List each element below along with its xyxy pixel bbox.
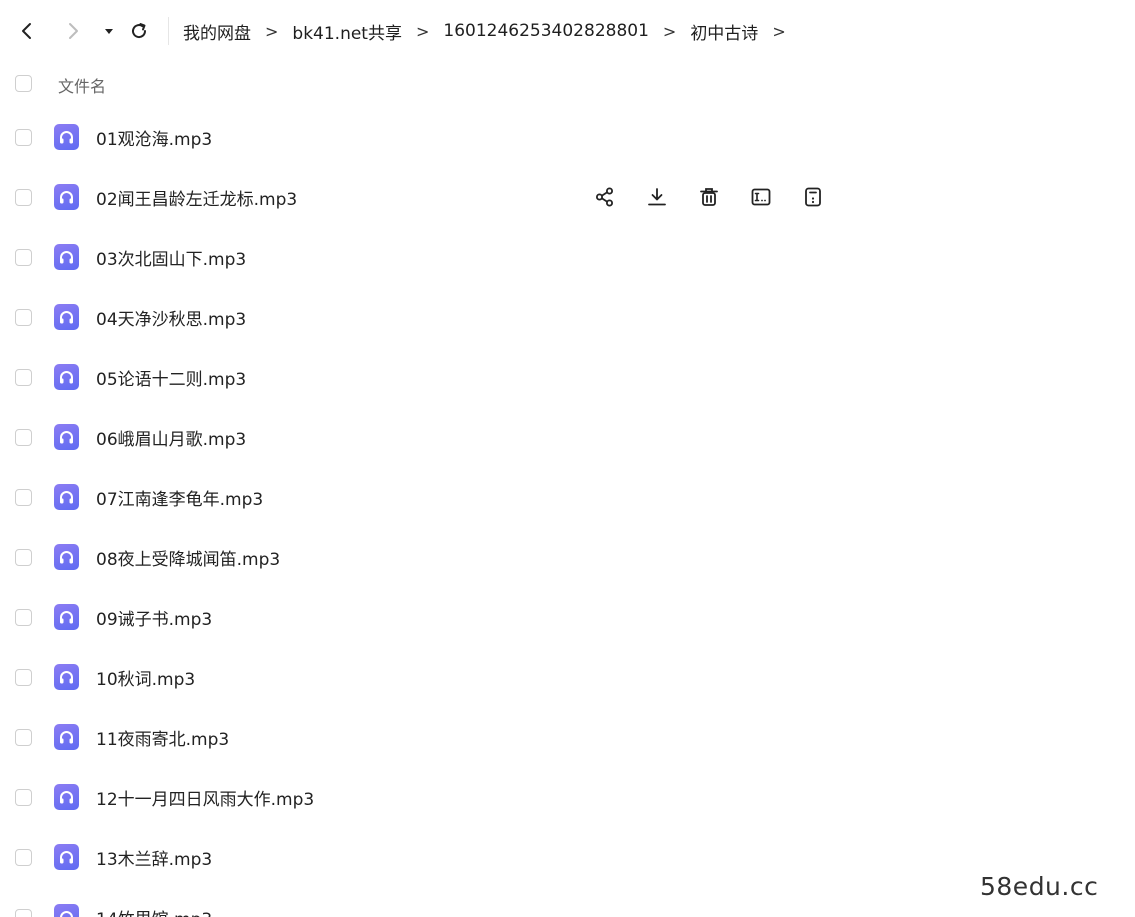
file-row[interactable]: 07江南逢李龟年.mp3 (0, 467, 1135, 527)
row-actions (590, 182, 850, 212)
delete-button[interactable] (694, 182, 724, 212)
file-checkbox[interactable] (15, 909, 32, 917)
file-checkbox[interactable] (15, 849, 32, 866)
file-checkbox[interactable] (15, 369, 32, 386)
breadcrumb-separator: > (415, 21, 430, 41)
file-checkbox[interactable] (15, 429, 32, 446)
audio-file-icon (54, 484, 79, 510)
navigation-bar: 我的网盘 > bk41.net共享 > 1601246253402828801 … (0, 0, 1135, 62)
file-row[interactable]: 11夜雨寄北.mp3 (0, 707, 1135, 767)
file-name[interactable]: 10秋词.mp3 (96, 665, 195, 690)
breadcrumb-item-my-drive[interactable]: 我的网盘 (183, 19, 251, 44)
file-name[interactable]: 01观沧海.mp3 (96, 125, 212, 150)
download-button[interactable] (642, 182, 672, 212)
file-checkbox[interactable] (15, 789, 32, 806)
audio-file-icon (54, 244, 79, 270)
file-row[interactable]: 13木兰辞.mp3 (0, 827, 1135, 887)
file-checkbox[interactable] (15, 189, 32, 206)
audio-file-icon (54, 544, 79, 570)
file-checkbox[interactable] (15, 609, 32, 626)
more-icon (802, 186, 824, 208)
file-row[interactable]: 02闻王昌龄左迁龙标.mp3 (0, 167, 1135, 227)
list-header: 文件名 (0, 62, 1135, 106)
file-name[interactable]: 08夜上受降城闻笛.mp3 (96, 545, 280, 570)
file-name[interactable]: 06峨眉山月歌.mp3 (96, 425, 246, 450)
breadcrumb-item-share[interactable]: bk41.net共享 (292, 19, 402, 44)
column-header-filename[interactable]: 文件名 (58, 73, 106, 97)
file-name[interactable]: 05论语十二则.mp3 (96, 365, 246, 390)
file-checkbox[interactable] (15, 669, 32, 686)
rename-icon (750, 186, 772, 208)
file-name[interactable]: 09诫子书.mp3 (96, 605, 212, 630)
audio-file-icon (54, 184, 79, 210)
audio-file-icon (54, 364, 79, 390)
audio-file-icon (54, 724, 79, 750)
file-list: 01观沧海.mp3 02闻王昌龄左迁龙标.mp3 03次北固山下.mp3 04天净沙秋… (0, 107, 1135, 917)
breadcrumb: 我的网盘 > bk41.net共享 > 1601246253402828801 … (168, 17, 800, 45)
share-icon (594, 186, 616, 208)
caret-down-icon (105, 29, 113, 34)
file-name[interactable]: 13木兰辞.mp3 (96, 845, 212, 870)
file-checkbox[interactable] (15, 729, 32, 746)
file-checkbox[interactable] (15, 129, 32, 146)
file-row[interactable]: 05论语十二则.mp3 (0, 347, 1135, 407)
audio-file-icon (54, 424, 79, 450)
share-button[interactable] (590, 182, 620, 212)
file-name[interactable]: 04天净沙秋思.mp3 (96, 305, 246, 330)
breadcrumb-item-folder-id[interactable]: 1601246253402828801 (443, 21, 649, 41)
file-name[interactable]: 02闻王昌龄左迁龙标.mp3 (96, 185, 297, 210)
more-button[interactable] (798, 182, 828, 212)
forward-button[interactable] (58, 16, 88, 46)
audio-file-icon (54, 784, 79, 810)
rename-button[interactable] (746, 182, 776, 212)
audio-file-icon (54, 844, 79, 870)
audio-file-icon (54, 904, 79, 917)
file-checkbox[interactable] (15, 309, 32, 326)
audio-file-icon (54, 124, 79, 150)
watermark: 58edu.cc (980, 872, 1099, 901)
history-dropdown-button[interactable] (94, 16, 124, 46)
file-name[interactable]: 11夜雨寄北.mp3 (96, 725, 229, 750)
file-row[interactable]: 09诫子书.mp3 (0, 587, 1135, 647)
refresh-icon (132, 23, 147, 39)
download-icon (646, 186, 668, 208)
file-checkbox[interactable] (15, 489, 32, 506)
file-row[interactable]: 10秋词.mp3 (0, 647, 1135, 707)
file-row[interactable]: 08夜上受降城闻笛.mp3 (0, 527, 1135, 587)
file-name[interactable]: 14竹里馆.mp3 (96, 905, 212, 917)
chevron-right-icon (69, 23, 78, 39)
file-row[interactable]: 01观沧海.mp3 (0, 107, 1135, 167)
file-name[interactable]: 03次北固山下.mp3 (96, 245, 246, 270)
breadcrumb-separator: > (772, 21, 786, 41)
file-row[interactable]: 12十一月四日风雨大作.mp3 (0, 767, 1135, 827)
audio-file-icon (54, 604, 79, 630)
file-manager-window: 我的网盘 > bk41.net共享 > 1601246253402828801 … (0, 0, 1135, 917)
delete-icon (698, 186, 720, 208)
breadcrumb-separator: > (265, 21, 279, 41)
chevron-left-icon (22, 23, 31, 39)
file-row[interactable]: 14竹里馆.mp3 (0, 887, 1135, 917)
breadcrumb-separator: > (662, 21, 677, 41)
file-name[interactable]: 07江南逢李龟年.mp3 (96, 485, 263, 510)
file-checkbox[interactable] (15, 249, 32, 266)
file-row[interactable]: 03次北固山下.mp3 (0, 227, 1135, 287)
audio-file-icon (54, 664, 79, 690)
file-checkbox[interactable] (15, 549, 32, 566)
refresh-button[interactable] (124, 16, 154, 46)
breadcrumb-item-current[interactable]: 初中古诗 (690, 19, 758, 44)
audio-file-icon (54, 304, 79, 330)
file-row[interactable]: 06峨眉山月歌.mp3 (0, 407, 1135, 467)
file-name[interactable]: 12十一月四日风雨大作.mp3 (96, 785, 314, 810)
select-all-checkbox[interactable] (15, 75, 32, 92)
file-row[interactable]: 04天净沙秋思.mp3 (0, 287, 1135, 347)
back-button[interactable] (12, 16, 42, 46)
